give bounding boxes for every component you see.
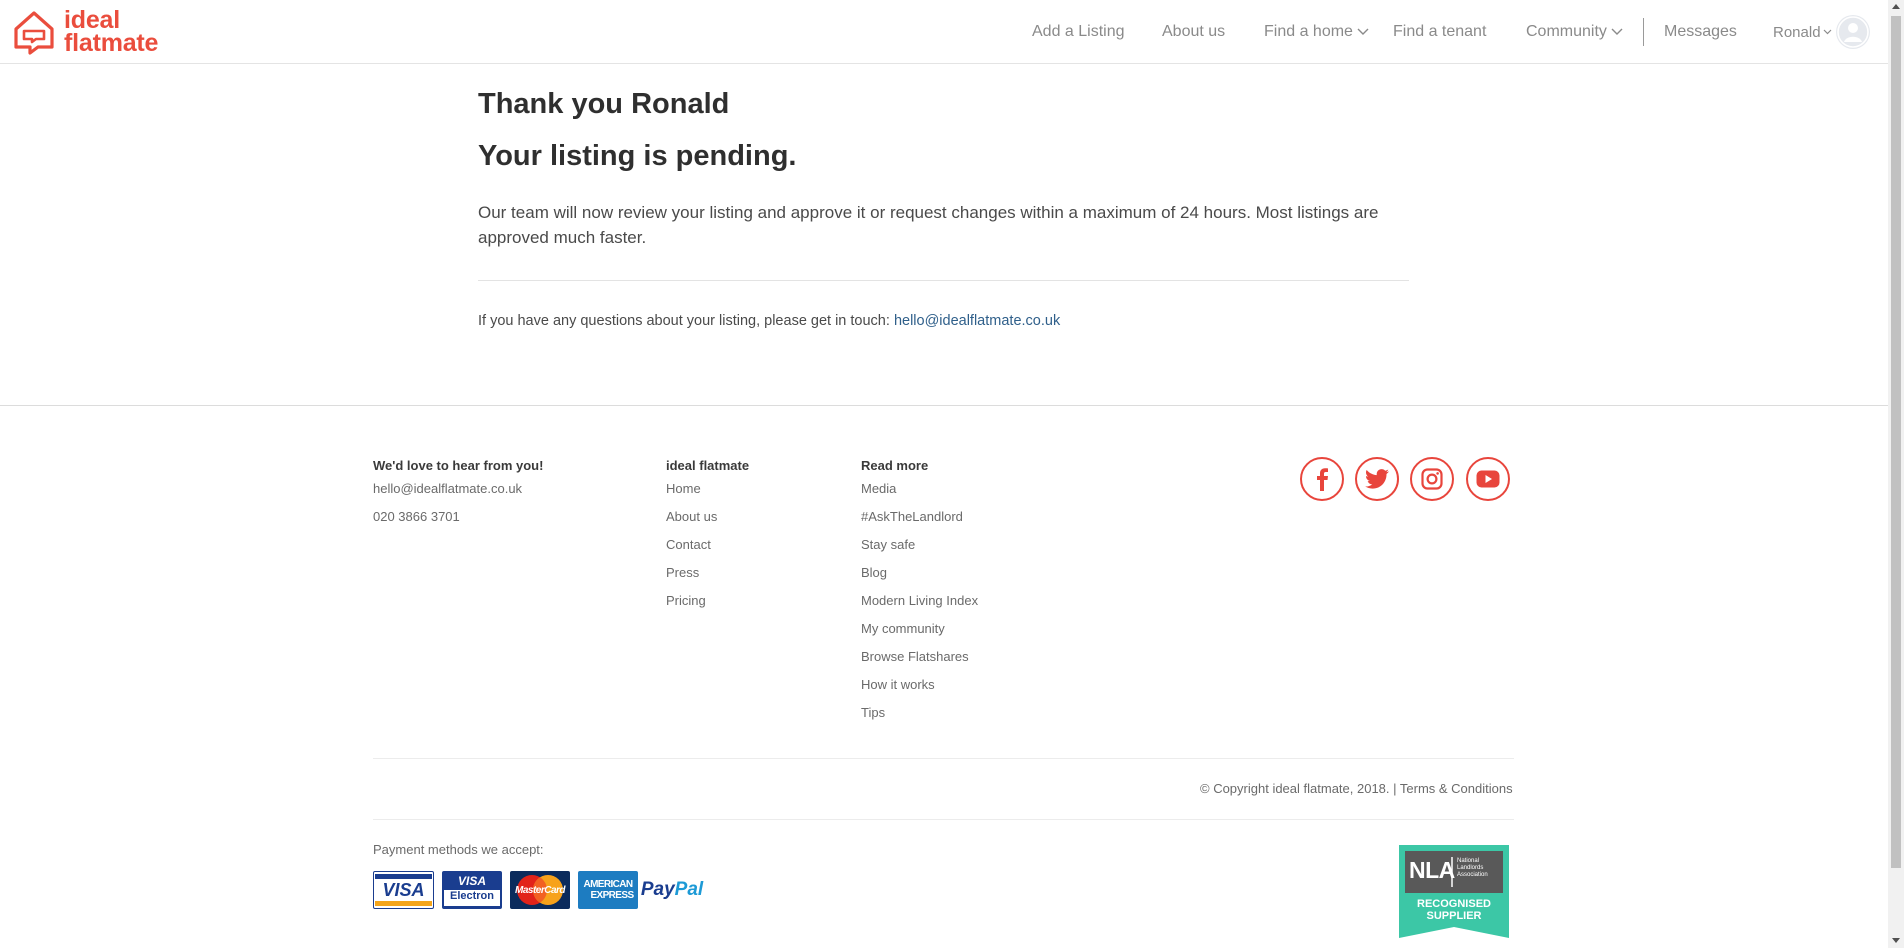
chevron-down-icon: [1357, 28, 1369, 35]
logo-line-2: flatmate: [64, 29, 159, 57]
footer-link-stay-safe[interactable]: Stay safe: [861, 537, 915, 552]
paypal-icon: Pay Pal: [641, 871, 703, 909]
status-heading: Your listing is pending.: [478, 140, 797, 172]
footer-link-ask-landlord[interactable]: #AskTheLandlord: [861, 509, 963, 524]
twitter-icon: [1365, 469, 1389, 489]
twitter-link[interactable]: [1355, 457, 1399, 501]
paypal-text-2: Pal: [674, 879, 704, 900]
nla-full-name: National Landlords Association: [1457, 858, 1488, 878]
mastercard-card-icon: MasterCard: [510, 871, 570, 909]
facebook-link[interactable]: [1300, 457, 1344, 501]
divider: [478, 280, 1409, 281]
chevron-down-icon: [1611, 28, 1623, 35]
contact-prefix: If you have any questions about your lis…: [478, 313, 894, 329]
contact-email-link[interactable]: hello@idealflatmate.co.uk: [894, 313, 1060, 329]
page-title: Thank you Ronald: [478, 88, 730, 120]
nav-community-label: Community: [1526, 23, 1607, 40]
chevron-down-icon: [1823, 29, 1831, 35]
nav-about-us[interactable]: About us: [1162, 0, 1225, 64]
avatar[interactable]: [1836, 15, 1870, 49]
terms-link[interactable]: Terms & Conditions: [1400, 781, 1513, 796]
footer-link-media[interactable]: Media: [861, 481, 896, 496]
footer-email-link[interactable]: hello@idealflatmate.co.uk: [373, 481, 522, 496]
visa-electron-text-1: VISA: [444, 874, 500, 890]
footer-company-title: ideal flatmate: [666, 458, 750, 473]
footer-link-how-it-works[interactable]: How it works: [861, 677, 935, 692]
footer-divider: [373, 819, 1514, 820]
nav-find-home-label: Find a home: [1264, 23, 1353, 40]
footer-link-press[interactable]: Press: [666, 565, 699, 580]
house-logo-icon: [14, 11, 54, 55]
visa-card-icon: VISA: [373, 871, 434, 909]
facebook-icon: [1317, 468, 1328, 491]
footer-link-tips[interactable]: Tips: [861, 705, 885, 720]
footer-link-home[interactable]: Home: [666, 481, 701, 496]
footer-contact-title: We'd love to hear from you!: [373, 458, 544, 473]
review-message: Our team will now review your listing an…: [478, 203, 1379, 247]
footer-phone[interactable]: 020 3866 3701: [373, 509, 460, 524]
nav-community[interactable]: Community: [1526, 0, 1623, 64]
logo[interactable]: ideal flatmate: [12, 8, 158, 56]
footer-divider: [373, 758, 1514, 759]
footer-link-my-community[interactable]: My community: [861, 621, 945, 636]
nla-badge-line-1: RECOGNISED: [1417, 898, 1491, 910]
site-header: ideal flatmate Add a Listing About us Fi…: [0, 0, 1888, 64]
footer-link-browse-flatshares[interactable]: Browse Flatshares: [861, 649, 969, 664]
instagram-icon: [1421, 468, 1443, 490]
visa-electron-card-icon: VISA Electron: [442, 871, 502, 909]
mastercard-text: MasterCard: [514, 884, 566, 896]
contact-line: If you have any questions about your lis…: [478, 313, 1060, 329]
nla-badge-text: RECOGNISED SUPPLIER: [1399, 898, 1509, 922]
visa-electron-text-2: Electron: [444, 890, 500, 906]
user-menu[interactable]: Ronald: [1773, 0, 1832, 64]
footer-link-pricing[interactable]: Pricing: [666, 593, 706, 608]
nav-add-listing[interactable]: Add a Listing: [1032, 0, 1125, 64]
nav-find-home[interactable]: Find a home: [1264, 0, 1369, 64]
nav-messages[interactable]: Messages: [1664, 0, 1737, 64]
youtube-icon: [1476, 470, 1500, 488]
scroll-down-icon[interactable]: [1892, 938, 1900, 943]
nav-divider: [1643, 18, 1644, 46]
nla-abbr: NLA: [1409, 857, 1455, 883]
nla-badge-line-2: SUPPLIER: [1426, 910, 1482, 922]
logo-text: ideal flatmate: [64, 8, 159, 57]
user-icon: [1837, 16, 1869, 48]
nav-find-tenant[interactable]: Find a tenant: [1393, 0, 1486, 64]
instagram-link[interactable]: [1410, 457, 1454, 501]
footer-link-living-index[interactable]: Modern Living Index: [861, 593, 978, 608]
site-footer: [0, 405, 1888, 948]
youtube-link[interactable]: [1466, 457, 1510, 501]
footer-readmore-title: Read more: [861, 458, 929, 473]
user-name: Ronald: [1773, 23, 1821, 41]
copyright: © Copyright ideal flatmate, 2018. | Term…: [1200, 781, 1513, 796]
amex-text-1: AMERICAN: [583, 879, 633, 890]
visa-text: VISA: [382, 879, 425, 900]
payment-methods-label: Payment methods we accept:: [373, 842, 544, 857]
amex-card-icon: AMERICAN EXPRESS: [578, 871, 638, 909]
footer-link-blog[interactable]: Blog: [861, 565, 887, 580]
scrollbar-thumb[interactable]: [1891, 16, 1901, 868]
scroll-up-icon[interactable]: [1892, 4, 1900, 9]
footer-link-about[interactable]: About us: [666, 509, 717, 524]
nla-badge: NLA National Landlords Association RECOG…: [1399, 845, 1509, 938]
paypal-text-1: Pay: [640, 879, 675, 900]
amex-text-2: EXPRESS: [590, 890, 634, 901]
copyright-text: © Copyright ideal flatmate, 2018. |: [1200, 781, 1400, 796]
footer-link-contact[interactable]: Contact: [666, 537, 711, 552]
